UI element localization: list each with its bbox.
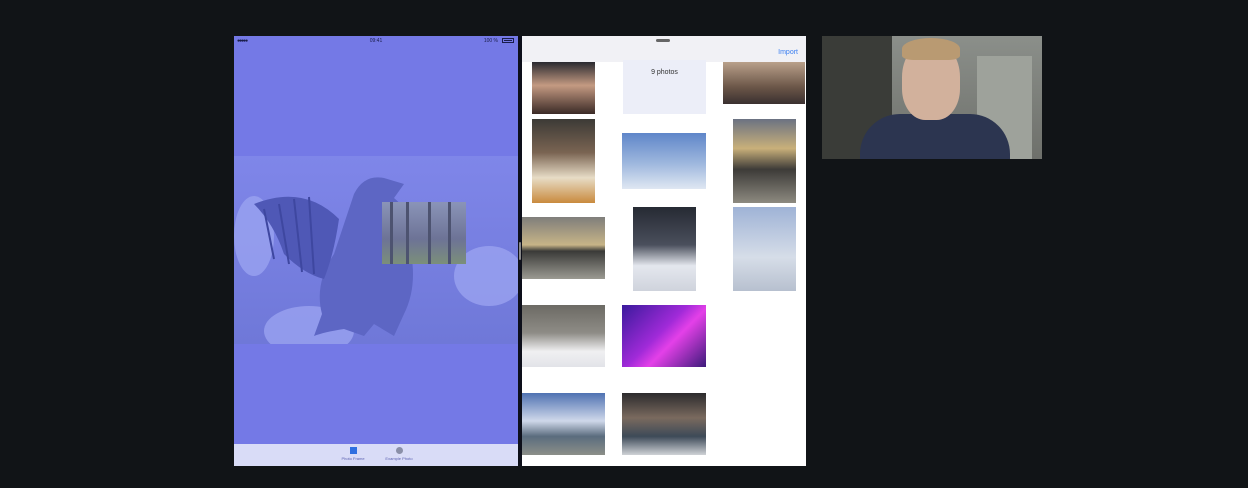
tab-bar: Photo Frame Example Photo	[234, 444, 518, 466]
import-button[interactable]: Import	[778, 49, 798, 56]
photo-thumbnail[interactable]	[622, 133, 706, 189]
photo-thumbnail[interactable]	[532, 119, 595, 203]
tab-example-photo[interactable]: Example Photo	[374, 447, 424, 461]
overlay-forest-photo[interactable]	[382, 202, 466, 264]
photo-thumbnail[interactable]	[522, 217, 605, 279]
tree-trunk	[448, 202, 451, 264]
tree-trunk	[390, 202, 393, 264]
photo-thumbnail[interactable]	[622, 393, 706, 455]
presenter-hair	[902, 38, 960, 60]
circle-icon	[395, 447, 403, 454]
tree-trunk	[406, 202, 409, 264]
photo-thumbnail[interactable]	[723, 62, 805, 104]
webcam-feed	[822, 36, 1042, 159]
photo-frame-app: ●●●●● 09:41 100 % Photo Frame Example Ph…	[234, 36, 518, 466]
picker-header: Import	[522, 36, 806, 62]
square-icon	[349, 447, 357, 454]
photo-thumbnail[interactable]	[622, 305, 706, 367]
tree-trunk	[428, 202, 431, 264]
tab-photo-frame[interactable]: Photo Frame	[328, 447, 378, 461]
battery-percent: 100 %	[483, 38, 498, 44]
photo-thumbnail[interactable]	[633, 207, 696, 291]
divider-handle[interactable]	[519, 242, 521, 260]
tab-label: Example Photo	[385, 456, 413, 461]
album-count: 9 photos	[651, 69, 678, 76]
tab-label: Photo Frame	[341, 456, 365, 461]
presenter-shirt	[860, 114, 1010, 159]
photo-thumbnail[interactable]	[733, 207, 796, 291]
photo-thumbnail[interactable]	[532, 62, 595, 114]
grabber-handle[interactable]	[656, 39, 670, 42]
battery-icon	[502, 38, 514, 43]
album-tile[interactable]: 9 photos	[623, 60, 706, 114]
status-time: 09:41	[369, 38, 383, 44]
status-bar: ●●●●● 09:41 100 %	[234, 36, 518, 45]
photo-thumbnail[interactable]	[522, 393, 605, 455]
photo-thumbnail[interactable]	[733, 119, 796, 203]
photo-thumbnail[interactable]	[522, 305, 605, 367]
photo-picker: Import 9 photos	[522, 36, 806, 466]
frame-canvas[interactable]	[234, 156, 518, 344]
